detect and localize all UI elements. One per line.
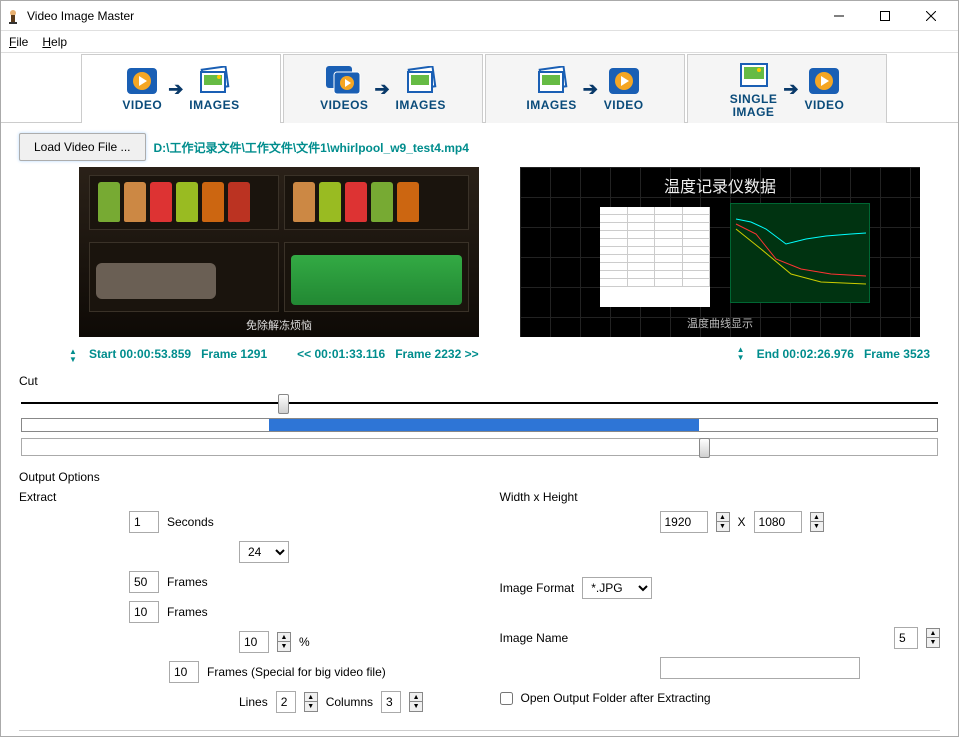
- maximize-button[interactable]: [862, 1, 908, 31]
- cut-end-slider[interactable]: [21, 438, 938, 456]
- open-output-folder-label: Open Output Folder after Extracting: [521, 691, 711, 705]
- lines-spinner[interactable]: ▲▼: [304, 692, 318, 712]
- separator: [19, 730, 940, 731]
- bigfile-frames-label: Frames (Special for big video file): [207, 665, 386, 679]
- close-button[interactable]: [908, 1, 954, 31]
- mid-time-label: << 00:01:33.116: [297, 347, 385, 361]
- frames2-input[interactable]: [129, 601, 159, 623]
- tab-video-to-images[interactable]: VIDEO ➔ IMAGES: [81, 54, 281, 123]
- lines-input[interactable]: [276, 691, 296, 713]
- columns-spinner[interactable]: ▲▼: [409, 692, 423, 712]
- image-name-input[interactable]: [660, 657, 860, 679]
- tab-videos-to-images[interactable]: VIDEOS ➔ IMAGES: [283, 54, 483, 123]
- columns-input[interactable]: [381, 691, 401, 713]
- tab-single-image-to-video[interactable]: SINGLEIMAGE ➔ VIDEO: [687, 54, 887, 123]
- arrow-icon: ➔: [783, 79, 798, 100]
- seconds-input[interactable]: [129, 511, 159, 533]
- frames1-label: Frames: [167, 575, 208, 589]
- start-frame-spinner[interactable]: ▲▼: [67, 348, 79, 364]
- open-output-folder-checkbox[interactable]: [500, 692, 513, 705]
- arrow-icon: ➔: [583, 79, 598, 100]
- chart-footer: 温度曲线显示: [520, 315, 920, 331]
- cut-label: Cut: [19, 374, 940, 388]
- slider-thumb-end[interactable]: [699, 438, 710, 458]
- tab-images-to-video[interactable]: IMAGES ➔ VIDEO: [485, 54, 685, 123]
- frames1-input[interactable]: [129, 571, 159, 593]
- load-video-button[interactable]: Load Video File ...: [19, 133, 146, 161]
- cut-range-bar[interactable]: [21, 418, 938, 432]
- columns-label: Columns: [326, 695, 373, 709]
- image-format-select[interactable]: *.JPG: [582, 577, 652, 599]
- seconds-label: Seconds: [167, 515, 214, 529]
- x-label: X: [738, 515, 746, 529]
- minimize-button[interactable]: [816, 1, 862, 31]
- tabs-row: VIDEO ➔ IMAGES VIDEOS ➔ IMAGES IMAGES ➔ …: [1, 53, 958, 123]
- app-icon: [5, 8, 21, 24]
- start-frame-label: Frame 1291: [201, 347, 267, 361]
- output-options-label: Output Options: [19, 470, 940, 484]
- frames2-label: Frames: [167, 605, 208, 619]
- preview-caption: 免除解冻烦恼: [79, 317, 479, 333]
- titlebar: Video Image Master: [1, 1, 958, 31]
- preview-start-frame[interactable]: 免除解冻烦恼: [79, 167, 479, 337]
- menu-file[interactable]: File: [9, 35, 28, 49]
- arrow-icon: ➔: [168, 79, 183, 100]
- arrow-icon: ➔: [374, 79, 389, 100]
- slider-thumb[interactable]: [278, 394, 289, 414]
- end-frame-spinner[interactable]: ▲▼: [735, 346, 747, 362]
- fps-select[interactable]: 24: [239, 541, 289, 563]
- chart-title: 温度记录仪数据: [520, 173, 920, 197]
- width-height-label: Width x Height: [500, 490, 941, 504]
- playhead-slider[interactable]: [21, 392, 938, 416]
- menubar: File Help: [1, 31, 958, 53]
- percent-input[interactable]: [239, 631, 269, 653]
- menu-help[interactable]: Help: [42, 35, 67, 49]
- preview-end-frame[interactable]: 温度记录仪数据 温度曲线显示: [520, 167, 920, 337]
- extract-label: Extract: [19, 490, 460, 504]
- percent-label: %: [299, 635, 310, 649]
- height-spinner[interactable]: ▲▼: [810, 512, 824, 532]
- window-title: Video Image Master: [27, 9, 816, 23]
- image-name-label: Image Name: [500, 631, 569, 645]
- loaded-file-path: D:\工作记录文件\工作文件\文件1\whirlpool_w9_test4.mp…: [154, 139, 469, 156]
- width-input[interactable]: [660, 511, 708, 533]
- end-frame-label: Frame 3523: [864, 347, 930, 361]
- end-time-label: End 00:02:26.976: [757, 347, 854, 361]
- lines-label: Lines: [239, 695, 268, 709]
- percent-spinner[interactable]: ▲▼: [277, 632, 291, 652]
- start-time-label: Start 00:00:53.859: [89, 347, 191, 361]
- mid-frame-label: Frame 2232 >>: [395, 347, 478, 361]
- width-spinner[interactable]: ▲▼: [716, 512, 730, 532]
- image-name-digits-spinner[interactable]: ▲▼: [926, 628, 940, 648]
- image-format-label: Image Format: [500, 581, 575, 595]
- bigfile-frames-input[interactable]: [169, 661, 199, 683]
- height-input[interactable]: [754, 511, 802, 533]
- image-name-digits[interactable]: [894, 627, 918, 649]
